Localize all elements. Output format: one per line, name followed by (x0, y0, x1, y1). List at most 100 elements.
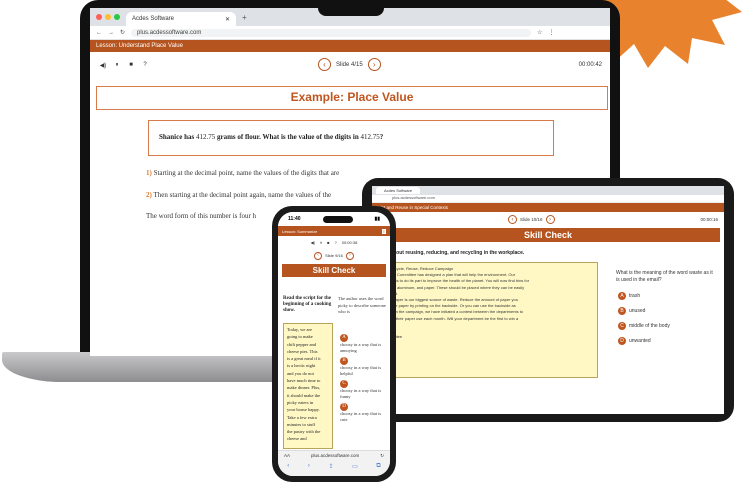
device-mockup-scene: Acdes Software ✕ + ← → ↻ plus.acdessoftw… (0, 0, 744, 483)
passage-line: Today, we are (287, 327, 313, 332)
option-letter: A (340, 334, 348, 342)
step-1-marker: 1) (146, 169, 152, 177)
reload-icon[interactable]: ↻ (120, 29, 125, 36)
extensions-icon[interactable]: ⋮ (548, 29, 554, 36)
tablet-lesson-bar: Print and Reuse in Special Contexts (372, 203, 724, 212)
phone-status-bar: 11:40 ▮▮ (278, 212, 390, 226)
option-text: choosy in a way that is cute (340, 411, 382, 422)
tablet-prev-slide-button[interactable]: ‹ (508, 215, 517, 224)
step-2: 2) Then starting at the decimal point ag… (146, 191, 331, 199)
phone-heading: Skill Check (282, 264, 386, 277)
passage-line: going to make (287, 334, 313, 340)
question-middle: grams of flour. What is the value of the… (216, 133, 359, 141)
tablet-option-a[interactable]: Atrash (618, 292, 670, 300)
phone-prev-slide-button[interactable]: ‹ (314, 251, 323, 260)
phone-passage: Today, we are going to make chili pepper… (283, 323, 333, 449)
step-1-text: Starting at the decimal point, name the … (153, 169, 340, 177)
maximize-dot-icon[interactable] (114, 14, 120, 20)
option-text: choosy in a way that is annoying (340, 342, 382, 353)
phone-audio-icon[interactable]: ◀) (311, 240, 315, 245)
tablet-tab-title[interactable]: Acdes Software (376, 187, 421, 194)
passage-line: een Committee (375, 334, 595, 340)
phone-url-field[interactable]: plus.acdessoftware.com (311, 453, 359, 459)
tablet-slide-counter: Slide 10/16 (520, 217, 543, 222)
phone-question: The author uses the word picky to descri… (338, 296, 386, 314)
passage-line: cheese and (287, 436, 307, 442)
phone-options: Achoosy in a way that is annoying Bchoos… (340, 334, 386, 423)
next-slide-button[interactable]: › (367, 58, 381, 71)
tablet-address-bar[interactable]: plus.acdessoftware.com (372, 195, 724, 203)
passage-line: Take a few extra (287, 414, 317, 420)
passage-line: chili pepper and (287, 341, 316, 347)
step-2-text: Then starting at the decimal point again… (153, 191, 332, 199)
audio-icon[interactable]: ◀) (96, 62, 110, 69)
reader-aa-button[interactable]: AA (284, 453, 290, 459)
slide-navigation: ‹ Slide 4/15 › (318, 58, 381, 71)
phone-forward-icon[interactable]: › (308, 463, 310, 470)
stop-icon[interactable]: ■ (124, 62, 138, 68)
prev-slide-button[interactable]: ‹ (318, 58, 331, 71)
passage-line: is a hectic night (287, 363, 316, 369)
phone-option-b[interactable]: Bchoosy in a way that is helpful (340, 357, 386, 377)
phone-stop-icon[interactable]: ■ (327, 240, 329, 245)
phone-instruction: Read the script for the beginning of a c… (283, 296, 332, 313)
close-dot-icon[interactable] (96, 14, 102, 20)
slide-counter: Slide 4/15 (336, 61, 363, 68)
phone-help-icon[interactable]: ? (335, 240, 337, 245)
tablet-option-d[interactable]: Dunwanted (618, 337, 670, 345)
option-letter: D (340, 403, 348, 411)
lesson-title: Lesson: Understand Place Value (96, 43, 183, 49)
passage-line: minutes to stuff (287, 421, 316, 427)
tablet-timer: 00:00:16 (700, 217, 718, 222)
question-prefix: Shanice has (159, 133, 195, 141)
tablet-next-slide-button[interactable]: › (545, 215, 555, 224)
player-toolbar: ◀) ⏸ ■ ? ‹ Slide 4/15 › 00:00:42 (90, 52, 610, 78)
phone-share-icon[interactable]: ⇪ (328, 463, 333, 470)
phone-option-c[interactable]: Cchoosy in a way that is funny (340, 380, 386, 400)
phone-lesson-bar: Lesson: Summarize ≡ (278, 226, 390, 236)
option-letter: B (340, 357, 348, 365)
tablet-heading: Skill Check (376, 228, 720, 242)
slide-heading: Example: Place Value (96, 86, 608, 110)
phone-pause-icon[interactable]: ⏸ (320, 240, 322, 245)
passage-line: make dinner. Plus, (287, 385, 321, 391)
tablet-passage: Project: Recycle, Reuse, Reduce Campaign… (372, 262, 598, 378)
option-text: trash (629, 293, 641, 299)
phone-option-d[interactable]: Dchoosy in a way that is cute (340, 403, 386, 423)
option-text: choosy in a way that is funny (340, 388, 382, 399)
back-arrow-icon[interactable]: ← (96, 30, 102, 36)
phone-back-icon[interactable]: ‹ (287, 463, 289, 470)
word-form-text: The word form of this number is four h (146, 212, 257, 220)
passage-line: is a great meal if it (287, 356, 321, 362)
forward-arrow-icon[interactable]: → (108, 30, 114, 36)
option-text: unwanted (629, 338, 651, 344)
browser-tab-title: Acdes Software (132, 16, 175, 22)
tablet-toolbar: ‹ Slide 10/16 › 00:00:16 (372, 212, 724, 228)
url-field[interactable]: plus.acdessoftware.com (131, 28, 532, 37)
phone-tabs-icon[interactable]: ⧉ (376, 463, 380, 470)
pause-icon[interactable]: ⏸ (110, 62, 124, 69)
phone-next-slide-button[interactable]: › (345, 251, 354, 260)
close-tab-icon[interactable]: ✕ (225, 16, 230, 23)
passage-line: it should make the (287, 392, 321, 398)
question-box: Shanice has 412.75 grams of flour. What … (148, 120, 554, 156)
phone-bookmarks-icon[interactable]: ▭ (352, 463, 358, 470)
phone-lesson-title: Lesson: Summarize (282, 228, 318, 234)
tablet-tab-strip: Acdes Software (372, 186, 724, 195)
phone-option-a[interactable]: Achoosy in a way that is annoying (340, 334, 386, 354)
menu-icon[interactable]: ≡ (381, 228, 386, 234)
minimize-dot-icon[interactable] (105, 14, 111, 20)
lesson-title-bar: Lesson: Understand Place Value (90, 40, 610, 52)
new-tab-icon[interactable]: + (242, 13, 247, 22)
option-letter: C (340, 380, 348, 388)
tablet-option-c[interactable]: Cmiddle of the body (618, 322, 670, 330)
help-icon[interactable]: ? (138, 62, 152, 68)
laptop-camera-notch (318, 0, 384, 16)
phone-reload-icon[interactable]: ↻ (380, 453, 384, 459)
tablet-option-b[interactable]: Bunused (618, 307, 670, 315)
tablet-slide-navigation: ‹ Slide 10/16 › (508, 215, 555, 224)
step-2-marker: 2) (146, 191, 152, 199)
phone-nav-row: ‹ › ⇪ ▭ ⧉ (278, 461, 390, 470)
bookmark-icon[interactable]: ☆ (537, 29, 542, 36)
browser-tab[interactable]: Acdes Software ✕ (126, 12, 236, 26)
